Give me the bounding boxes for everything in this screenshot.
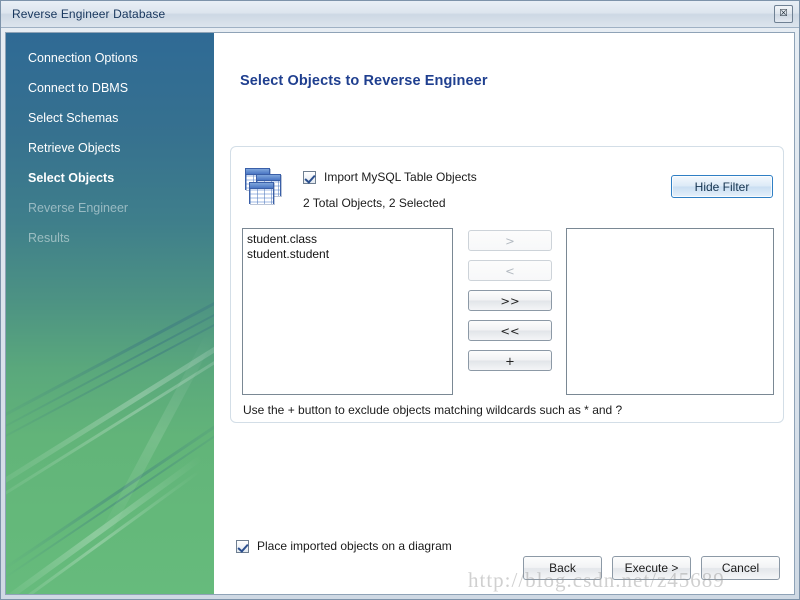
- sidebar-item-label: Select Schemas: [28, 111, 119, 125]
- sidebar-item-select-objects[interactable]: Select Objects: [6, 165, 214, 192]
- page-title: Select Objects to Reverse Engineer: [240, 73, 488, 89]
- move-all-right-label: >>: [500, 293, 520, 308]
- close-icon: ☒: [779, 8, 788, 19]
- cancel-label: Cancel: [721, 561, 760, 575]
- move-all-left-button[interactable]: <<: [468, 320, 552, 341]
- move-left-button: <: [468, 260, 552, 281]
- wizard-sidebar: Connection Options Connect to DBMS Selec…: [6, 33, 214, 594]
- checkbox-icon[interactable]: [303, 170, 316, 184]
- hide-filter-label: Hide Filter: [694, 179, 750, 194]
- move-all-right-button[interactable]: >>: [468, 290, 552, 311]
- back-label: Back: [549, 561, 576, 575]
- object-count-text: 2 Total Objects, 2 Selected: [303, 196, 446, 210]
- add-wildcard-button[interactable]: +: [468, 350, 552, 371]
- add-wildcard-label: +: [505, 353, 515, 368]
- sidebar-item-label: Connect to DBMS: [28, 81, 129, 95]
- sidebar-item-retrieve-objects[interactable]: Retrieve Objects: [6, 135, 214, 162]
- wildcard-hint-text: Use the + button to exclude objects matc…: [243, 403, 623, 417]
- sidebar-item-results: Results: [6, 225, 214, 252]
- place-on-diagram-checkbox[interactable]: Place imported objects on a diagram: [236, 539, 452, 553]
- reverse-engineer-window: Reverse Engineer Database ☒ Connection O…: [0, 0, 800, 600]
- move-right-button: >: [468, 230, 552, 251]
- table-glyph-front: [249, 182, 274, 204]
- execute-button[interactable]: Execute >: [612, 556, 691, 580]
- list-item[interactable]: student.class: [247, 232, 448, 247]
- sidebar-item-reverse-engineer: Reverse Engineer: [6, 195, 214, 222]
- decor-streak-6: [6, 401, 214, 572]
- sidebar-item-label: Connection Options: [28, 51, 138, 65]
- move-left-label: <: [505, 263, 515, 278]
- list-item[interactable]: student.student: [247, 247, 448, 262]
- excluded-objects-listbox[interactable]: [566, 228, 774, 395]
- checkbox-icon[interactable]: [236, 539, 249, 553]
- close-button[interactable]: ☒: [774, 5, 793, 23]
- decor-streak-1: [6, 234, 214, 435]
- sidebar-item-select-schemas[interactable]: Select Schemas: [6, 105, 214, 132]
- back-button[interactable]: Back: [523, 556, 602, 580]
- sidebar-item-connect-to-dbms[interactable]: Connect to DBMS: [6, 75, 214, 102]
- decor-streak-2: [6, 246, 214, 446]
- import-mysql-table-objects-checkbox[interactable]: Import MySQL Table Objects: [303, 170, 477, 184]
- wizard-frame: Connection Options Connect to DBMS Selec…: [5, 32, 795, 595]
- decor-streak-8: [6, 455, 203, 594]
- wizard-content: Select Objects to Reverse Engineer Impor…: [214, 33, 794, 594]
- execute-label: Execute >: [624, 561, 679, 575]
- move-right-label: >: [505, 233, 515, 248]
- decor-streak-9: [6, 468, 203, 594]
- filter-panel: Import MySQL Table Objects 2 Total Objec…: [230, 146, 784, 423]
- place-on-diagram-label: Place imported objects on a diagram: [257, 539, 452, 553]
- move-all-left-label: <<: [500, 323, 520, 338]
- window-body: Connection Options Connect to DBMS Selec…: [1, 28, 799, 599]
- hide-filter-button[interactable]: Hide Filter: [671, 175, 773, 198]
- decor-streak-10: [95, 329, 214, 547]
- footer-button-group: Back Execute > Cancel: [523, 556, 780, 580]
- decor-streak-7: [6, 411, 214, 581]
- decor-streak-3: [6, 256, 214, 456]
- decor-streak-5: [6, 293, 214, 524]
- sidebar-item-label: Select Objects: [28, 171, 115, 185]
- decor-streak-4: [6, 279, 214, 512]
- sidebar-item-connection-options[interactable]: Connection Options: [6, 45, 214, 72]
- sidebar-item-label: Results: [28, 231, 70, 245]
- window-titlebar: Reverse Engineer Database ☒: [1, 1, 799, 28]
- window-title: Reverse Engineer Database: [12, 7, 166, 21]
- available-objects-listbox[interactable]: student.class student.student: [242, 228, 453, 395]
- table-objects-icon: [245, 168, 287, 206]
- import-checkbox-label: Import MySQL Table Objects: [324, 170, 477, 184]
- cancel-button[interactable]: Cancel: [701, 556, 780, 580]
- sidebar-item-label: Retrieve Objects: [28, 141, 121, 155]
- transfer-button-group: > < >> << +: [468, 230, 552, 371]
- sidebar-item-label: Reverse Engineer: [28, 201, 129, 215]
